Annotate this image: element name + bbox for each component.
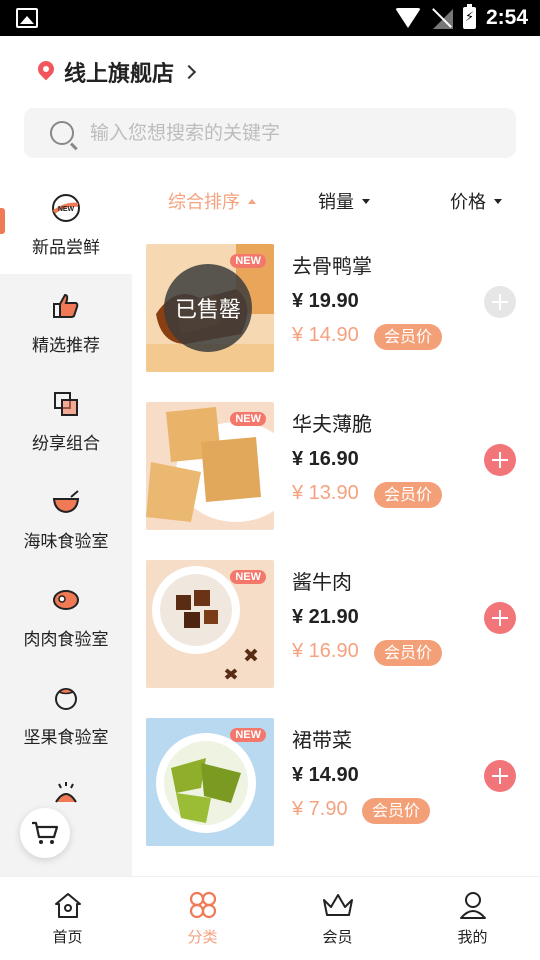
sidebar-item-more[interactable] <box>0 764 132 804</box>
new-badge: NEW <box>230 570 266 584</box>
add-to-cart-button[interactable] <box>484 602 516 634</box>
sidebar-item-combo[interactable]: 纷享组合 <box>0 372 132 470</box>
product-price: ¥ 21.90 <box>292 606 359 628</box>
product-name: 酱牛肉 <box>292 570 352 594</box>
nav-home[interactable]: 首页 <box>0 877 135 960</box>
search-icon <box>50 121 74 145</box>
product-name: 裙带菜 <box>292 728 352 752</box>
add-to-cart-button[interactable] <box>484 760 516 792</box>
sidebar-item-meat[interactable]: 肉肉食验室 <box>0 568 132 666</box>
category-icon <box>189 891 216 919</box>
sidebar-item-label: 精选推荐 <box>32 335 100 356</box>
sidebar-item-label: 海味食验室 <box>23 531 109 552</box>
member-price: ¥ 14.90 <box>292 324 359 346</box>
sort-bar: 综合排序 销量 价格 <box>132 176 540 226</box>
member-price-tag: 会员价 <box>374 324 443 350</box>
profile-icon <box>459 892 486 919</box>
battery-charging-icon: ⚡ <box>462 4 476 29</box>
category-sidebar: NEW 新品尝鲜 精选推荐 纷享组合 海味食验室 肉肉食验室 坚果食验室 <box>0 176 132 876</box>
snack-icon <box>51 776 81 806</box>
nav-label: 会员 <box>322 928 353 946</box>
new-badge: NEW <box>230 254 266 268</box>
product-card[interactable]: NEW 华夫薄脆 ¥ 16.90 ¥ 13.90 会员价 <box>146 402 526 560</box>
meat-icon <box>51 585 81 615</box>
member-price-tag: 会员价 <box>374 640 443 666</box>
new-badge: NEW <box>230 728 266 742</box>
sort-up-icon <box>248 198 256 204</box>
sort-overall[interactable]: 综合排序 <box>168 188 256 214</box>
home-icon <box>54 893 81 918</box>
sort-overall-label: 综合排序 <box>168 192 240 213</box>
sort-sales-label: 销量 <box>318 192 354 213</box>
member-price: ¥ 7.90 <box>292 798 348 820</box>
status-time: 2:54 <box>485 6 528 29</box>
nav-profile[interactable]: 我的 <box>405 877 540 960</box>
sort-down-icon <box>362 198 370 204</box>
sort-sales[interactable]: 销量 <box>318 188 370 214</box>
product-card[interactable]: NEW 酱牛肉 ¥ 21.90 ¥ 16.90 会员价 <box>146 560 526 718</box>
sort-down-icon <box>494 198 502 204</box>
product-image: NEW <box>146 718 274 846</box>
member-price: ¥ 16.90 <box>292 640 359 662</box>
nut-icon <box>51 683 81 713</box>
new-badge: NEW <box>230 412 266 426</box>
product-card[interactable]: NEW 裙带菜 ¥ 14.90 ¥ 7.90 会员价 <box>146 718 526 876</box>
nav-label: 分类 <box>187 928 218 946</box>
add-to-cart-button[interactable] <box>484 444 516 476</box>
product-price: ¥ 16.90 <box>292 448 359 470</box>
sidebar-item-label: 肉肉食验室 <box>23 629 109 650</box>
search-input[interactable] <box>90 122 470 144</box>
sidebar-item-seafood[interactable]: 海味食验室 <box>0 470 132 568</box>
status-bar: ⚡ 2:54 <box>0 0 540 36</box>
product-price: ¥ 14.90 <box>292 764 359 786</box>
bottom-nav: 首页 分类 会员 我的 <box>0 876 540 960</box>
nav-label: 首页 <box>52 928 83 946</box>
soldout-overlay: 已售罄 <box>164 264 252 352</box>
new-badge-icon: NEW <box>51 193 81 223</box>
sort-price-label: 价格 <box>450 192 486 213</box>
nav-member[interactable]: 会员 <box>270 877 405 960</box>
sidebar-item-nuts[interactable]: 坚果食验室 <box>0 666 132 764</box>
sort-price[interactable]: 价格 <box>450 188 502 214</box>
sidebar-item-label: 新品尝鲜 <box>32 237 100 258</box>
gallery-icon <box>16 8 38 28</box>
sidebar-item-label: 纷享组合 <box>32 433 100 454</box>
seafood-bowl-icon <box>51 487 81 517</box>
store-selector[interactable]: 线上旗舰店 <box>34 56 197 88</box>
cart-button[interactable] <box>20 808 70 858</box>
sidebar-item-featured[interactable]: 精选推荐 <box>0 274 132 372</box>
crown-icon <box>322 894 353 916</box>
thumbs-up-icon <box>51 291 81 321</box>
search-bar[interactable] <box>24 108 516 158</box>
product-name: 去骨鸭掌 <box>292 254 372 278</box>
combo-icon <box>51 389 81 419</box>
product-image: NEW <box>146 402 274 530</box>
cart-icon <box>32 821 59 844</box>
wifi-icon <box>394 8 421 28</box>
sidebar-item-new[interactable]: NEW 新品尝鲜 <box>0 176 132 274</box>
store-name: 线上旗舰店 <box>64 62 175 87</box>
svg-text:NEW: NEW <box>58 206 75 213</box>
product-name: 华夫薄脆 <box>292 412 372 436</box>
location-pin-icon <box>34 61 56 83</box>
nav-label: 我的 <box>457 928 488 946</box>
product-list: NEW 已售罄 去骨鸭掌 ¥ 19.90 ¥ 14.90 会员价 NEW 华夫薄… <box>146 244 526 876</box>
product-image: NEW 已售罄 <box>146 244 274 372</box>
chevron-right-icon <box>181 64 197 80</box>
product-image: NEW <box>146 560 274 688</box>
member-price: ¥ 13.90 <box>292 482 359 504</box>
member-price-tag: 会员价 <box>362 798 431 824</box>
product-card[interactable]: NEW 已售罄 去骨鸭掌 ¥ 19.90 ¥ 14.90 会员价 <box>146 244 526 402</box>
nav-category[interactable]: 分类 <box>135 877 270 960</box>
add-to-cart-button[interactable] <box>484 286 516 318</box>
sidebar-item-label: 坚果食验室 <box>23 727 109 748</box>
product-price: ¥ 19.90 <box>292 290 359 312</box>
no-signal-icon <box>431 7 453 29</box>
member-price-tag: 会员价 <box>374 482 443 508</box>
